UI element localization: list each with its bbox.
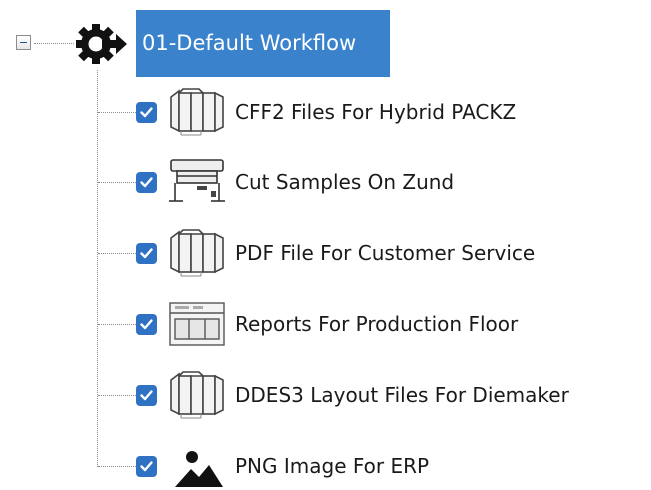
- minus-icon: [20, 42, 27, 43]
- folding-box-icon: [167, 370, 227, 420]
- workflow-step-row[interactable]: PNG Image For ERP: [0, 441, 651, 490]
- report-layout-icon: [167, 299, 227, 349]
- tree-connector-branch: [98, 466, 136, 467]
- image-icon: [167, 441, 227, 490]
- step-enabled-checkbox[interactable]: [136, 314, 157, 335]
- workflow-step-label[interactable]: CFF2 Files For Hybrid PACKZ: [235, 87, 516, 137]
- workflow-tree: 01-Default Workflow CFF2 Files For Hybri…: [0, 0, 651, 490]
- tree-connector-branch: [98, 112, 136, 113]
- tree-connector-branch: [98, 182, 136, 183]
- workflow-step-row[interactable]: PDF File For Customer Service: [0, 228, 651, 278]
- collapse-toggle[interactable]: [16, 35, 31, 50]
- step-enabled-checkbox[interactable]: [136, 385, 157, 406]
- folding-box-icon: [167, 228, 227, 278]
- workflow-step-label[interactable]: PNG Image For ERP: [235, 441, 429, 490]
- folding-box-icon: [167, 87, 227, 137]
- workflow-step-label[interactable]: Cut Samples On Zund: [235, 157, 454, 207]
- tree-connector-root: [34, 43, 74, 44]
- workflow-gear-icon: [76, 23, 128, 65]
- workflow-step-row[interactable]: Cut Samples On Zund: [0, 157, 651, 207]
- workflow-step-label[interactable]: Reports For Production Floor: [235, 299, 518, 349]
- workflow-step-row[interactable]: CFF2 Files For Hybrid PACKZ: [0, 87, 651, 137]
- step-enabled-checkbox[interactable]: [136, 243, 157, 264]
- workflow-root-node[interactable]: 01-Default Workflow: [136, 10, 390, 77]
- tree-connector-branch: [98, 324, 136, 325]
- step-enabled-checkbox[interactable]: [136, 102, 157, 123]
- workflow-step-label[interactable]: PDF File For Customer Service: [235, 228, 535, 278]
- workflow-step-row[interactable]: DDES3 Layout Files For Diemaker: [0, 370, 651, 420]
- step-enabled-checkbox[interactable]: [136, 172, 157, 193]
- tree-connector-branch: [98, 253, 136, 254]
- tree-connector-branch: [98, 395, 136, 396]
- workflow-step-label[interactable]: DDES3 Layout Files For Diemaker: [235, 370, 569, 420]
- plotter-icon: [167, 157, 227, 207]
- step-enabled-checkbox[interactable]: [136, 456, 157, 477]
- workflow-step-row[interactable]: Reports For Production Floor: [0, 299, 651, 349]
